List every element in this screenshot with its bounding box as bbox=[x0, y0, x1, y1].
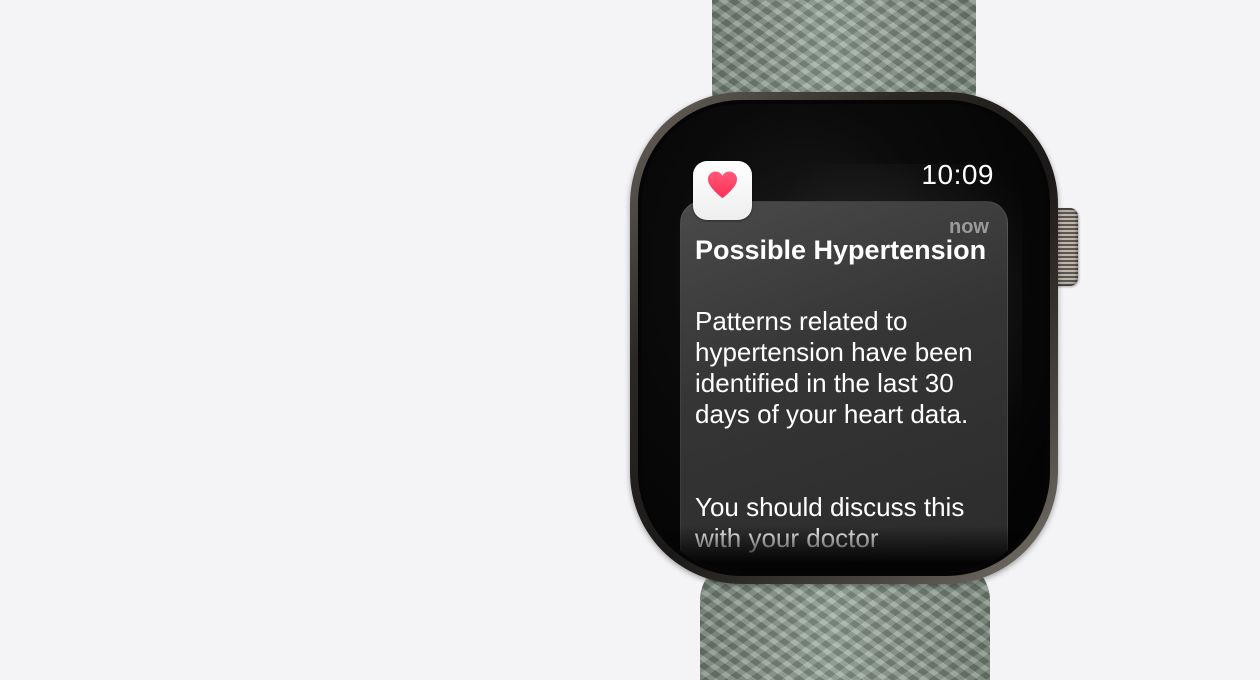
notification-card[interactable]: now Possible Hypertension Patterns relat… bbox=[680, 201, 1008, 572]
health-app-icon[interactable] bbox=[693, 161, 752, 220]
heart-icon bbox=[707, 171, 738, 199]
screen-bottom-fade bbox=[642, 526, 1046, 572]
notification-title: Possible Hypertension bbox=[695, 235, 987, 265]
status-time: 10:09 bbox=[921, 159, 994, 190]
product-scene: 10:09 now Possible Hypertension Patterns… bbox=[0, 0, 1260, 680]
notification-body-paragraph-1: Patterns related to hypertension have be… bbox=[695, 306, 973, 429]
watch-screen: 10:09 now Possible Hypertension Patterns… bbox=[642, 104, 1046, 572]
